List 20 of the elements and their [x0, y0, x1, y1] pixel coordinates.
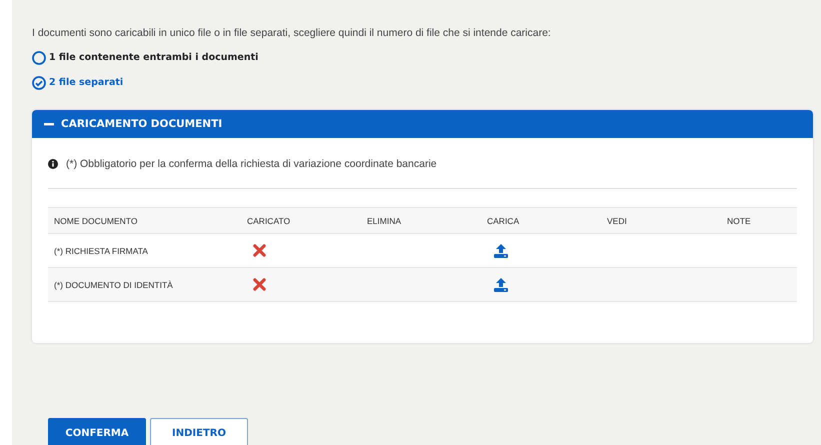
column-header: NOTE [721, 208, 797, 234]
note-text: (*) Obbligatorio per la conferma della richiesta di variazione coordinate bancarie [66, 158, 437, 170]
column-header: CARICATO [241, 208, 361, 234]
panel-header[interactable]: CARICAMENTO DOCUMENTI [32, 110, 813, 138]
column-header: VEDI [601, 208, 721, 234]
option-label[interactable]: 2 file separati [49, 77, 124, 88]
option-label[interactable]: 1 file contenente entrambi i documenti [49, 52, 258, 63]
upload-icon[interactable] [493, 244, 509, 258]
column-header: NOME DOCUMENTO [48, 208, 241, 234]
back-button[interactable]: INDIETRO [150, 418, 248, 445]
radio-button[interactable] [32, 50, 46, 64]
confirm-button[interactable]: CONFERMA [48, 418, 146, 445]
radio-button[interactable] [32, 76, 46, 90]
upload-icon[interactable] [493, 278, 509, 292]
column-header: CARICA [481, 208, 601, 234]
column-header: ELIMINA [361, 208, 481, 234]
info-icon [48, 159, 58, 169]
panel-title: CARICAMENTO DOCUMENTI [61, 118, 222, 130]
instruction-text: I documenti sono caricabili in unico file o in file separati, scegliere quindi il numero di file che si intende caricare: [32, 27, 552, 39]
table-cell: (*) DOCUMENTO DI IDENTITÀ [48, 268, 241, 302]
